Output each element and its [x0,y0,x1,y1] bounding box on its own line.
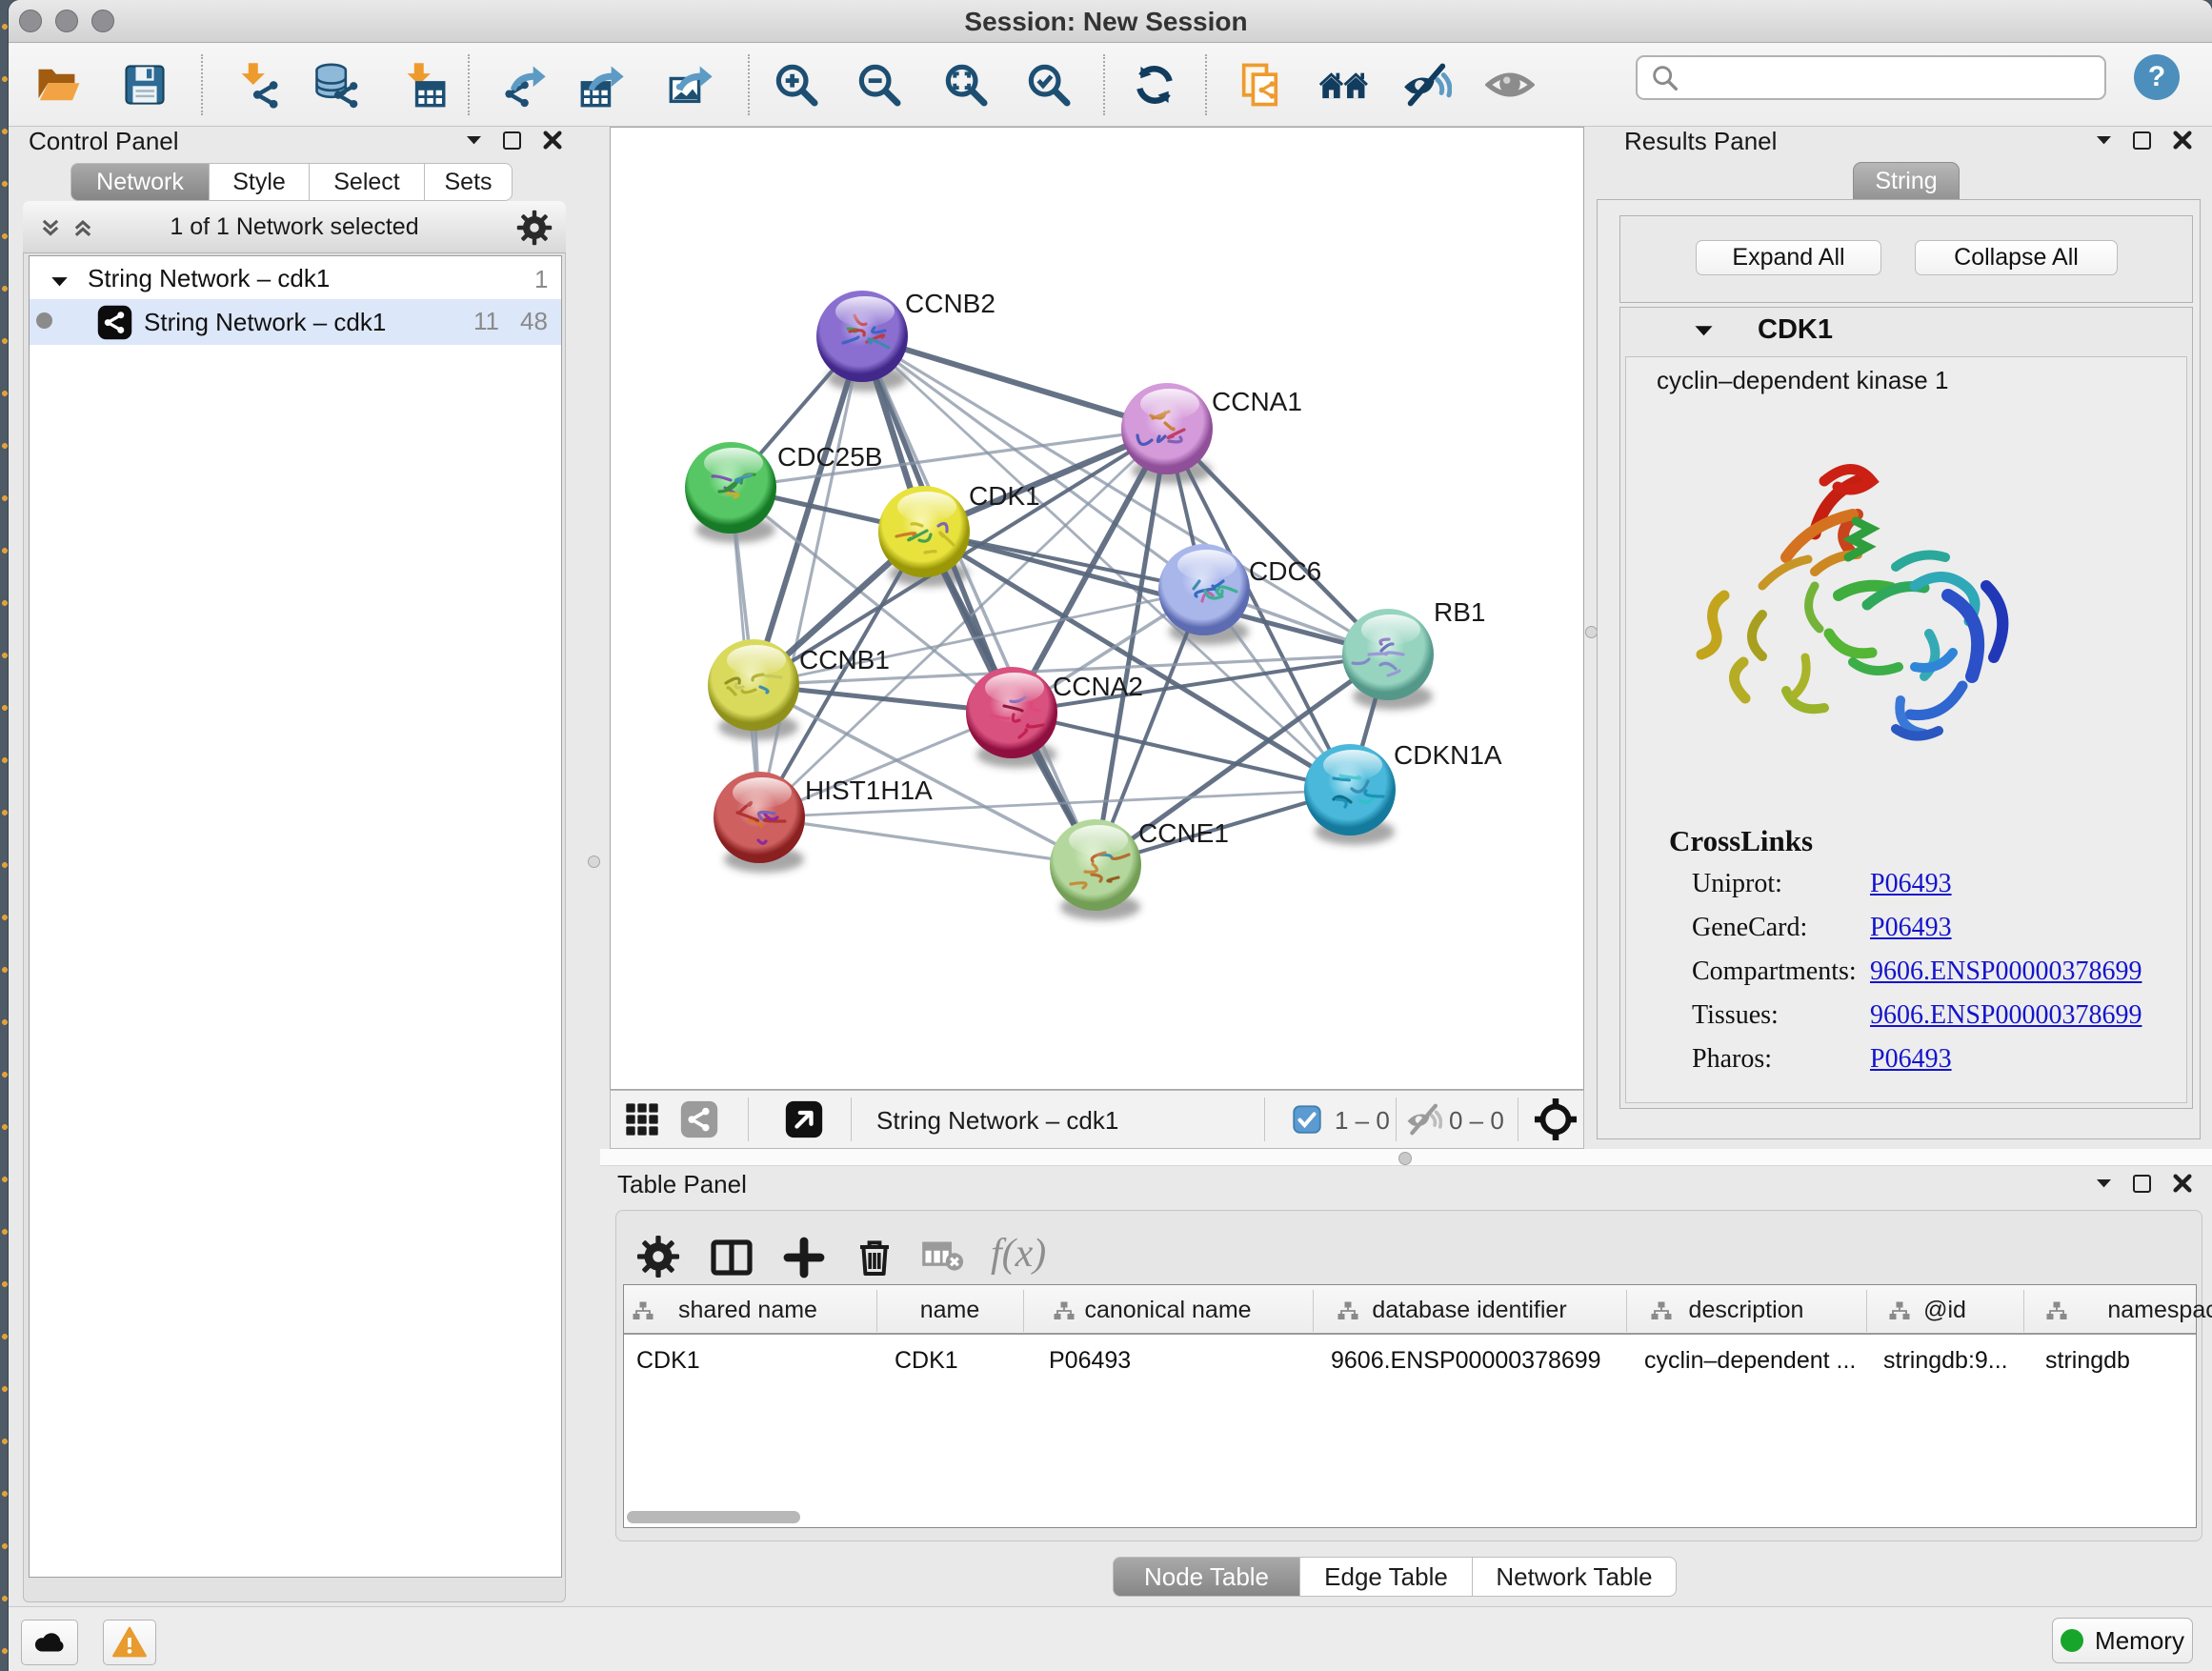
svg-text:RB1: RB1 [1434,597,1485,627]
svg-text:CCNA1: CCNA1 [1212,387,1302,416]
svg-text:CCNB1: CCNB1 [799,645,890,674]
svg-text:HIST1H1A: HIST1H1A [805,775,933,805]
svg-text:CDC6: CDC6 [1249,556,1321,586]
svg-text:CDKN1A: CDKN1A [1394,740,1502,770]
svg-text:CCNE1: CCNE1 [1138,818,1229,848]
svg-text:CCNA2: CCNA2 [1053,672,1143,701]
svg-text:CDK1: CDK1 [969,481,1040,511]
svg-text:CDC25B: CDC25B [777,442,882,472]
svg-text:CCNB2: CCNB2 [905,289,995,318]
